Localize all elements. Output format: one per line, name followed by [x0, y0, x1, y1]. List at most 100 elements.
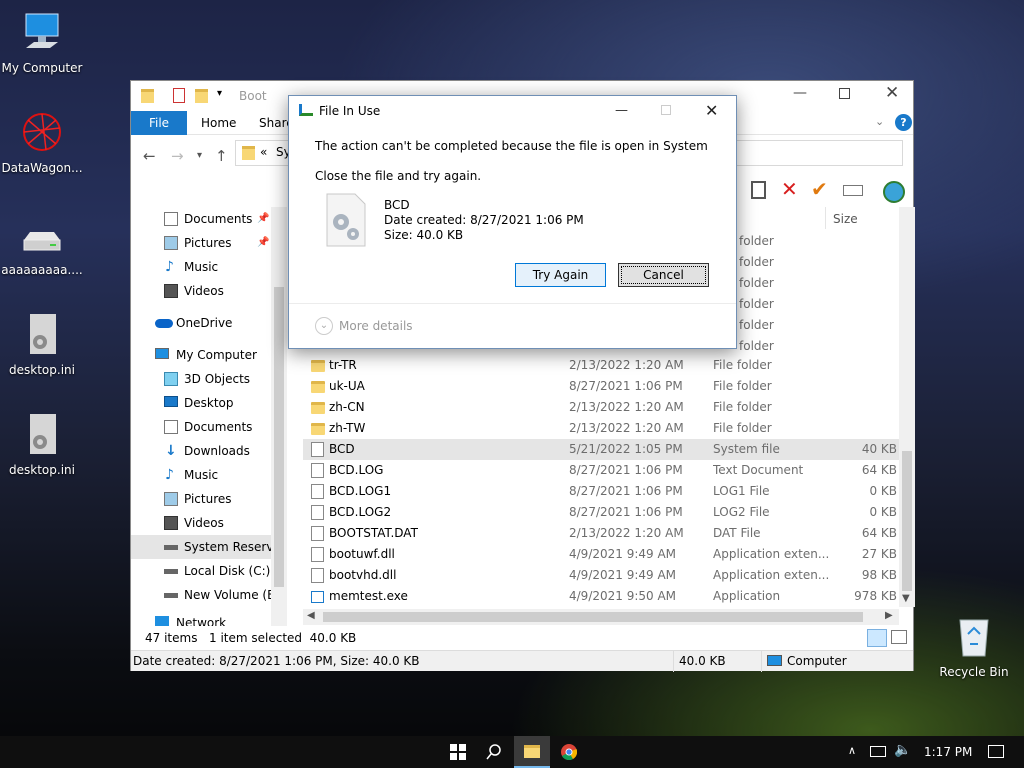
desktop-icon-desktop-ini-2[interactable]: desktop.ini [0, 412, 84, 477]
back-button[interactable]: ← [143, 147, 156, 165]
computer-icon [25, 13, 59, 48]
desktop-icon-desktop-ini-1[interactable]: desktop.ini [0, 312, 84, 377]
start-button[interactable] [440, 736, 476, 768]
nav-item-network[interactable]: Network [131, 611, 287, 626]
desktop-icon-recycle-bin[interactable]: Recycle Bin [932, 614, 1016, 679]
properties-icon[interactable] [173, 88, 185, 103]
table-row-selected[interactable]: BCD 5/21/2022 1:05 PM System file 40 KB [303, 439, 899, 460]
dialog-close-button[interactable]: ✕ [705, 96, 718, 126]
dialog-file-date: Date created: 8/27/2021 1:06 PM [384, 213, 584, 227]
minimize-button[interactable]: — [793, 85, 807, 101]
file-icon [311, 505, 324, 520]
checkmark-icon[interactable]: ✔ [811, 177, 828, 201]
nav-item-system-reserved[interactable]: System Reserved [131, 535, 287, 559]
navigation-pane: Documents 📌 Pictures 📌 ♪ Music Videos OneDr… [131, 207, 287, 626]
close-button[interactable]: ✕ [885, 83, 899, 103]
try-again-button[interactable]: Try Again [515, 263, 606, 287]
volume-icon[interactable]: 🔈 [894, 742, 911, 758]
desktop-icon-datawagon[interactable]: DataWagon... [0, 110, 84, 175]
large-icons-view-button[interactable] [891, 630, 907, 644]
table-row[interactable]: bootuwf.dll 4/9/2021 9:49 AM Application e… [303, 544, 899, 565]
nav-item-documents-2[interactable]: Documents [131, 415, 287, 439]
scroll-down-icon[interactable]: ▼ [902, 593, 910, 604]
notifications-icon[interactable] [988, 745, 1004, 758]
nav-item-music-2[interactable]: ♪ Music [131, 463, 287, 487]
type-cell-partial: folder [739, 297, 774, 311]
delete-icon[interactable]: ✕ [781, 177, 798, 201]
tab-home[interactable]: Home [187, 111, 250, 135]
table-row[interactable]: zh-CN 2/13/2022 1:20 AM File folder [303, 397, 899, 418]
file-list-scrollbar[interactable]: ▼ [899, 207, 915, 607]
table-row[interactable]: uk-UA 8/27/2021 1:06 PM File folder [303, 376, 899, 397]
more-details-link[interactable]: More details [339, 319, 413, 333]
details-view-button[interactable] [867, 629, 887, 647]
help-icon[interactable]: ? [895, 114, 912, 131]
nav-item-pictures-2[interactable]: Pictures [131, 487, 287, 511]
table-row[interactable]: memtest.exe 4/9/2021 9:50 AM Application 97… [303, 586, 899, 605]
clock[interactable]: 1:17 PM [924, 745, 972, 759]
table-row[interactable]: bootvhd.dll 4/9/2021 9:49 AM Application e… [303, 565, 899, 586]
new-folder-icon[interactable] [195, 89, 208, 103]
table-row[interactable]: BCD.LOG1 8/27/2021 1:06 PM LOG1 File 0 KB [303, 481, 899, 502]
network-icon[interactable] [870, 746, 886, 757]
clipboard-icon[interactable] [751, 181, 766, 199]
datawagon-logo-icon [23, 113, 61, 151]
nav-item-desktop[interactable]: Desktop [131, 391, 287, 415]
scroll-right-icon[interactable]: ▶ [885, 610, 893, 621]
documents-icon [164, 212, 178, 226]
pin-icon[interactable]: 📌 [257, 231, 269, 255]
pin-icon[interactable]: 📌 [257, 207, 269, 231]
desktop-icon-label: Recycle Bin [939, 665, 1009, 679]
file-scroll-thumb[interactable] [902, 451, 912, 591]
taskbar-file-explorer[interactable] [514, 736, 550, 768]
globe-icon[interactable] [883, 181, 905, 203]
status-bar: 47 items 1 item selected 40.0 KB [131, 626, 913, 650]
hscroll-thumb[interactable] [323, 612, 863, 622]
nav-item-local-disk[interactable]: Local Disk (C:) [131, 559, 287, 583]
nav-item-onedrive[interactable]: OneDrive [131, 311, 287, 335]
table-row[interactable]: tr-TR 2/13/2022 1:20 AM File folder [303, 355, 899, 376]
nav-pane-scrollbar[interactable] [271, 207, 287, 626]
show-hidden-icons-button[interactable]: ∧ [848, 744, 856, 757]
nav-item-new-volume[interactable]: New Volume (E:) [131, 583, 287, 607]
cancel-button[interactable]: Cancel [618, 263, 709, 287]
desktop-icon-label: DataWagon... [1, 161, 83, 175]
dialog-title: File In Use [319, 104, 381, 118]
desktop-icon [164, 396, 178, 407]
expand-details-icon[interactable]: ⌄ [315, 317, 333, 335]
nav-item-videos[interactable]: Videos [131, 279, 287, 303]
scroll-left-icon[interactable]: ◀ [307, 610, 315, 621]
table-row[interactable]: BCD.LOG 8/27/2021 1:06 PM Text Document 64 … [303, 460, 899, 481]
pictures-icon [164, 236, 178, 250]
nav-item-pictures[interactable]: Pictures 📌 [131, 231, 287, 255]
address-crumb[interactable]: « [260, 145, 267, 159]
horizontal-scrollbar[interactable]: ◀ ▶ [303, 609, 899, 625]
taskbar-chrome[interactable] [551, 736, 587, 768]
table-row[interactable]: BOOTSTAT.DAT 2/13/2022 1:20 AM DAT File 64 … [303, 523, 899, 544]
column-header-size[interactable]: Size [833, 212, 858, 226]
quick-access-dropdown-icon[interactable]: ▾ [217, 88, 222, 99]
table-row[interactable]: BCD.LOG2 8/27/2021 1:06 PM LOG2 File 0 KB [303, 502, 899, 523]
up-button[interactable]: ↑ [215, 147, 228, 165]
desktop-icon-drive[interactable]: aaaaaaaaa.... [0, 226, 84, 277]
nav-item-my-computer[interactable]: My Computer [131, 343, 287, 367]
nav-item-downloads[interactable]: ↓ Downloads [131, 439, 287, 463]
nav-item-music[interactable]: ♪ Music [131, 255, 287, 279]
recent-dropdown-icon[interactable]: ▾ [197, 150, 202, 161]
maximize-button[interactable] [839, 88, 850, 99]
details-text: Date created: 8/27/2021 1:06 PM, Size: 4… [133, 654, 420, 668]
ribbon-expand-icon[interactable]: ⌄ [875, 115, 884, 128]
search-button[interactable] [476, 736, 512, 768]
dialog-minimize-button[interactable]: — [615, 96, 628, 126]
forward-button[interactable]: → [171, 147, 184, 165]
nav-item-3d-objects[interactable]: 3D Objects [131, 367, 287, 391]
nav-scroll-thumb[interactable] [274, 287, 284, 587]
tab-file[interactable]: File [131, 111, 187, 135]
table-row[interactable]: zh-TW 2/13/2022 1:20 AM File folder [303, 418, 899, 439]
taskbar: ∧ 🔈 1:17 PM [0, 736, 1024, 768]
computer-icon [155, 348, 169, 359]
desktop-icon-my-computer[interactable]: My Computer [0, 10, 84, 75]
rename-icon[interactable] [843, 185, 863, 196]
nav-item-documents[interactable]: Documents 📌 [131, 207, 287, 231]
nav-item-videos-2[interactable]: Videos [131, 511, 287, 535]
